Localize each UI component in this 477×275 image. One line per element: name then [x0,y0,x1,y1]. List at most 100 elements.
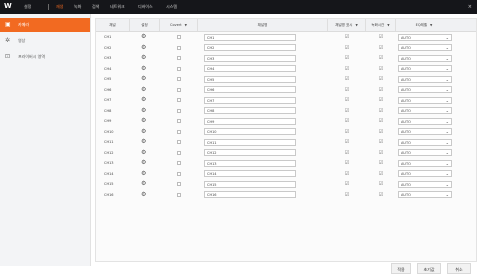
channel-name-input[interactable]: CH9 [204,117,296,125]
equalizer-select[interactable]: AUTO ⌄ [398,191,452,198]
equalizer-select[interactable]: AUTO ⌄ [398,65,452,72]
gear-icon[interactable]: ⚙ [141,64,146,74]
equalizer-select[interactable]: AUTO ⌄ [398,128,452,135]
equalizer-select[interactable]: AUTO ⌄ [398,138,452,146]
channel-name-input[interactable]: CH2 [204,44,296,51]
display-name-checkbox[interactable]: ☑ [344,55,350,61]
covert-checkbox[interactable] [177,161,181,165]
gear-icon[interactable]: ⚙ [141,53,146,63]
channel-name-input[interactable]: CH15 [204,180,296,188]
channel-name-input[interactable]: CH13 [204,159,296,167]
equalizer-select[interactable]: AUTO ⌄ [398,180,452,188]
apply-button[interactable]: 적용 [391,263,411,274]
close-icon[interactable]: × [468,0,472,14]
display-time-checkbox[interactable]: ☑ [378,66,384,72]
gear-icon[interactable]: ⚙ [141,95,146,105]
equalizer-select[interactable]: AUTO ⌄ [398,107,452,114]
equalizer-select[interactable]: AUTO ⌄ [398,75,452,83]
column-covert[interactable]: Covert ▼ [160,19,198,31]
display-name-checkbox[interactable]: ☑ [344,87,350,93]
display-name-checkbox[interactable]: ☑ [344,97,350,103]
display-time-checkbox[interactable]: ☑ [378,192,384,198]
menu-setup[interactable]: 설정 [24,0,31,14]
gear-icon[interactable]: ⚙ [141,179,146,189]
display-name-checkbox[interactable]: ☑ [344,150,350,156]
display-name-checkbox[interactable]: ☑ [344,129,350,135]
menu-system[interactable]: 시스템 [166,0,177,14]
menu-device[interactable]: 디바이스 [138,0,153,14]
display-name-checkbox[interactable]: ☑ [344,171,350,177]
equalizer-select[interactable]: AUTO ⌄ [398,117,452,125]
gear-icon[interactable]: ⚙ [141,158,146,168]
display-name-checkbox[interactable]: ☑ [344,76,350,82]
covert-checkbox[interactable] [177,171,181,176]
gear-icon[interactable]: ⚙ [141,137,146,147]
display-time-checkbox[interactable]: ☑ [378,171,384,177]
menu-search[interactable]: 검색 [92,0,99,14]
menu-playback[interactable]: 재생 [56,0,63,14]
covert-checkbox[interactable] [177,35,181,39]
column-display-time[interactable]: 녹화시간 ▼ [366,19,396,31]
channel-name-input[interactable]: CH8 [204,107,296,114]
channel-name-input[interactable]: CH6 [204,86,296,93]
sidebar-item-camera[interactable]: ▣ 카메라 [0,18,90,32]
gear-icon[interactable]: ⚙ [141,85,146,95]
column-display-name[interactable]: 채널명 표시 ▼ [328,19,366,31]
covert-checkbox[interactable] [177,45,181,50]
display-time-checkbox[interactable]: ☑ [378,76,384,82]
display-name-checkbox[interactable]: ☑ [344,139,350,145]
channel-name-input[interactable]: CH5 [204,75,296,83]
channel-name-input[interactable]: CH4 [204,65,296,72]
display-time-checkbox[interactable]: ☑ [378,160,384,166]
display-name-checkbox[interactable]: ☑ [344,118,350,124]
channel-name-input[interactable]: CH11 [204,138,296,146]
gear-icon[interactable]: ⚙ [141,169,146,179]
gear-icon[interactable]: ⚙ [141,106,146,116]
gear-icon[interactable]: ⚙ [141,32,146,42]
channel-name-input[interactable]: CH14 [204,170,296,177]
sidebar-item-privacy[interactable]: ⊡ 프라이버시 영역 [0,50,90,64]
gear-icon[interactable]: ⚙ [141,148,146,158]
channel-name-input[interactable]: CH7 [204,96,296,104]
equalizer-select[interactable]: AUTO ⌄ [398,33,452,41]
display-time-checkbox[interactable]: ☑ [378,181,384,187]
sidebar-item-video[interactable]: ✲ 영상 [0,34,90,48]
channel-name-input[interactable]: CH12 [204,149,296,156]
equalizer-select[interactable]: AUTO ⌄ [398,44,452,51]
cancel-button[interactable]: 취소 [447,263,471,274]
display-name-checkbox[interactable]: ☑ [344,192,350,198]
display-time-checkbox[interactable]: ☑ [378,55,384,61]
covert-checkbox[interactable] [177,87,181,92]
column-equalizer[interactable]: EQ레벨 ▼ [396,19,452,31]
reset-button[interactable]: 초기값 [417,263,441,274]
equalizer-select[interactable]: AUTO ⌄ [398,149,452,156]
display-time-checkbox[interactable]: ☑ [378,118,384,124]
display-time-checkbox[interactable]: ☑ [378,34,384,40]
covert-checkbox[interactable] [177,77,181,81]
display-time-checkbox[interactable]: ☑ [378,150,384,156]
covert-checkbox[interactable] [177,66,181,71]
display-name-checkbox[interactable]: ☑ [344,160,350,166]
display-time-checkbox[interactable]: ☑ [378,108,384,114]
gear-icon[interactable]: ⚙ [141,74,146,84]
covert-checkbox[interactable] [177,192,181,197]
display-time-checkbox[interactable]: ☑ [378,129,384,135]
covert-checkbox[interactable] [177,129,181,134]
display-name-checkbox[interactable]: ☑ [344,66,350,72]
display-name-checkbox[interactable]: ☑ [344,45,350,51]
menu-record[interactable]: 녹화 [74,0,81,14]
covert-checkbox[interactable] [177,98,181,102]
equalizer-select[interactable]: AUTO ⌄ [398,86,452,93]
covert-checkbox[interactable] [177,140,181,144]
channel-name-input[interactable]: CH3 [204,54,296,62]
display-time-checkbox[interactable]: ☑ [378,87,384,93]
display-name-checkbox[interactable]: ☑ [344,108,350,114]
covert-checkbox[interactable] [177,150,181,155]
channel-name-input[interactable]: CH16 [204,191,296,198]
display-name-checkbox[interactable]: ☑ [344,181,350,187]
display-time-checkbox[interactable]: ☑ [378,139,384,145]
covert-checkbox[interactable] [177,56,181,60]
covert-checkbox[interactable] [177,119,181,123]
gear-icon[interactable]: ⚙ [141,190,146,200]
display-time-checkbox[interactable]: ☑ [378,97,384,103]
